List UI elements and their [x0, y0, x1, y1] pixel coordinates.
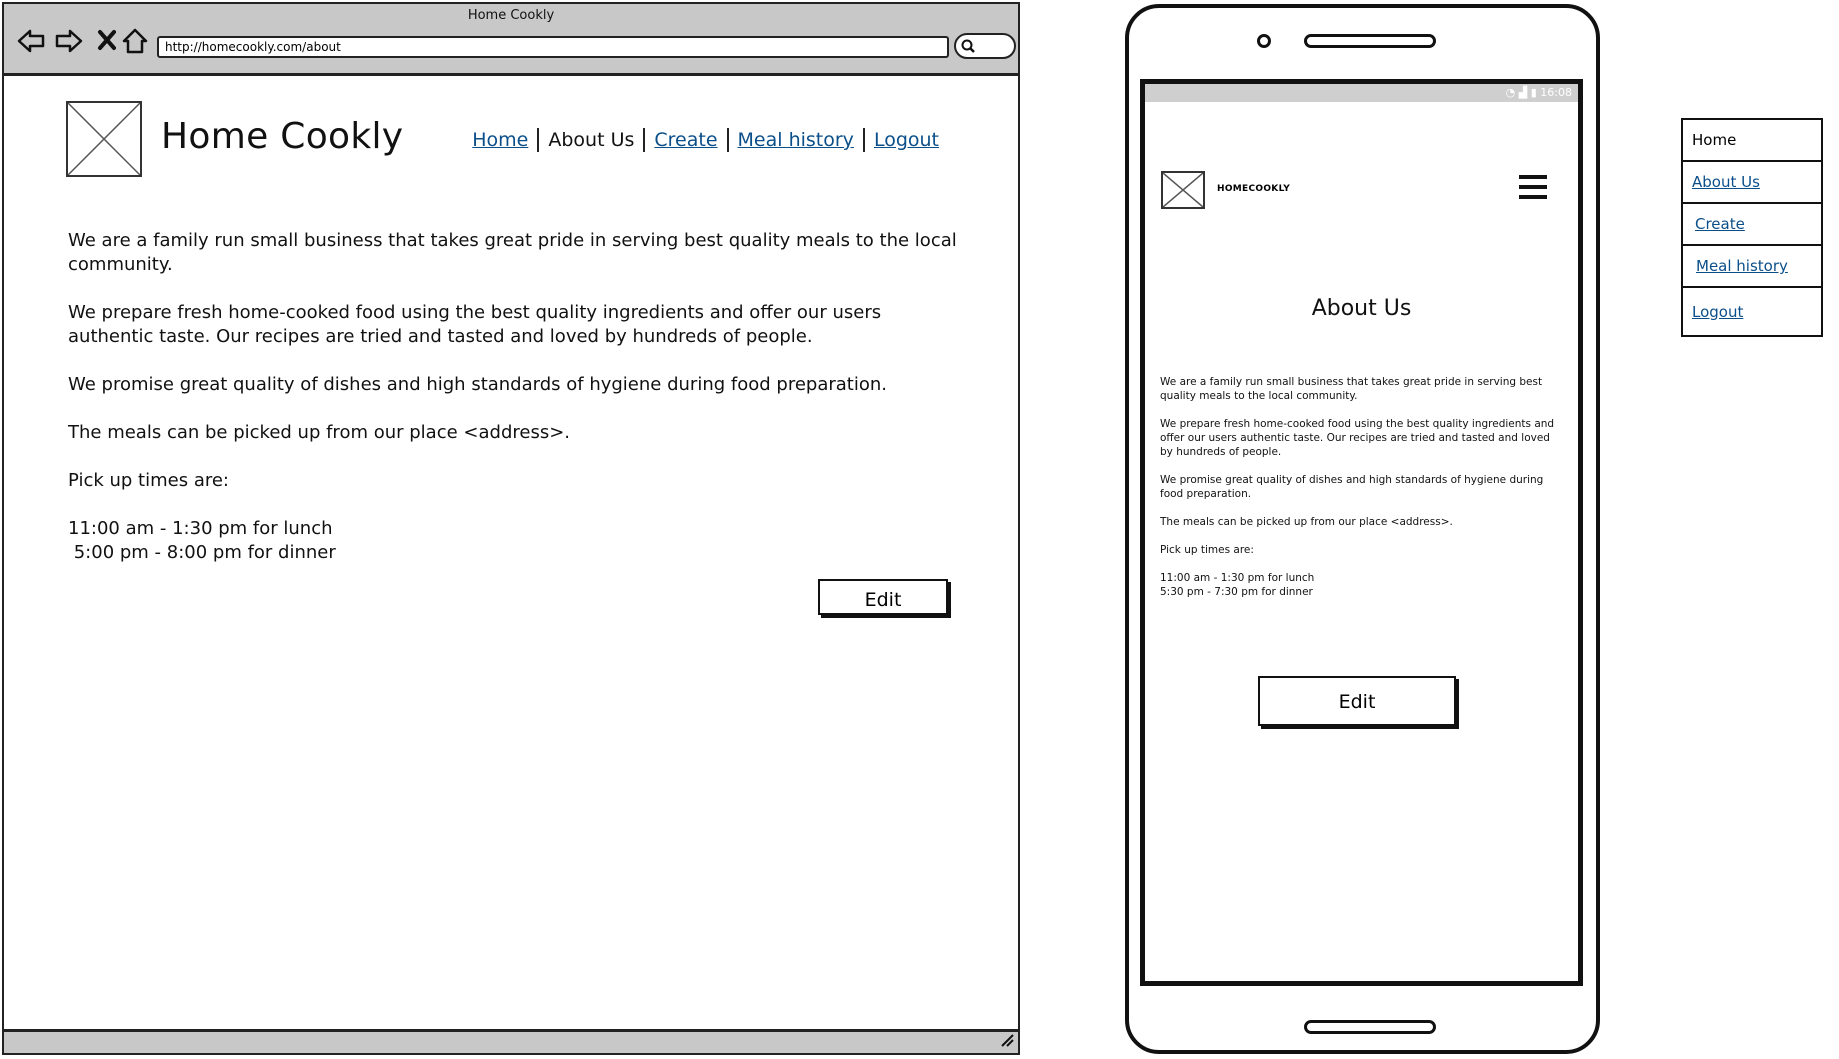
- about-content: We are a family run small business that …: [68, 229, 968, 565]
- search-button[interactable]: [954, 33, 1016, 59]
- menu-item-home[interactable]: Home: [1683, 120, 1821, 162]
- mobile-dropdown-menu: Home About Us Create Meal history Logout: [1681, 118, 1823, 337]
- menu-item-logout[interactable]: Logout: [1683, 288, 1821, 335]
- lunch-times: 11:00 am - 1:30 pm for lunch: [68, 518, 333, 539]
- about-paragraph: The meals can be picked up from our plac…: [68, 422, 571, 443]
- dinner-times: 5:30 pm - 7:30 pm for dinner: [1160, 586, 1313, 598]
- logo-placeholder: [66, 101, 142, 177]
- wifi-icon: ◔: [1505, 86, 1516, 99]
- status-bar: ◔ ▟ ▮ 16:08: [1145, 84, 1578, 102]
- home-icon[interactable]: [120, 26, 150, 56]
- nav-meal-history-link[interactable]: Meal history: [726, 128, 863, 152]
- status-time: 16:08: [1540, 86, 1572, 99]
- nav-about-us-current: About Us: [537, 128, 643, 152]
- window-title: Home Cookly: [467, 8, 555, 23]
- phone-screen: ◔ ▟ ▮ 16:08 HOMECOOKLY About Us We are a…: [1140, 79, 1583, 986]
- nav-logout-link[interactable]: Logout: [862, 128, 948, 152]
- about-paragraph: We promise great quality of dishes and h…: [1160, 474, 1544, 500]
- hamburger-menu-icon[interactable]: [1518, 174, 1548, 204]
- about-paragraph: Pick up times are:: [68, 470, 229, 491]
- speaker-grille: [1304, 34, 1436, 48]
- browser-toolbar: Home Cookly http://homecookly.com/about: [4, 4, 1018, 76]
- about-paragraph: We are a family run small business that …: [1160, 376, 1543, 402]
- mobile-edit-button[interactable]: Edit: [1258, 676, 1456, 726]
- mobile-about-content: We are a family run small business that …: [1160, 375, 1565, 599]
- mobile-brand: HOMECOOKLY: [1217, 184, 1291, 194]
- about-paragraph: We prepare fresh home-cooked food using …: [68, 302, 882, 347]
- home-indicator: [1304, 1020, 1436, 1034]
- mobile-phone-frame: ◔ ▟ ▮ 16:08 HOMECOOKLY About Us We are a…: [1125, 4, 1600, 1054]
- about-paragraph: We prepare fresh home-cooked food using …: [1160, 418, 1555, 458]
- back-arrow-icon[interactable]: [16, 26, 46, 56]
- camera-icon: [1257, 34, 1271, 48]
- menu-item-create[interactable]: Create: [1683, 204, 1821, 246]
- site-title: Home Cookly: [161, 116, 404, 157]
- nav-home-link[interactable]: Home: [463, 128, 537, 152]
- desktop-browser-window: Home Cookly http://homecookly.com/about …: [2, 2, 1020, 1055]
- edit-button[interactable]: Edit: [818, 579, 948, 615]
- top-navigation: Home About Us Create Meal history Logout: [463, 128, 948, 152]
- mobile-logo-placeholder: [1161, 171, 1205, 209]
- forward-arrow-icon[interactable]: [54, 26, 84, 56]
- nav-create-link[interactable]: Create: [643, 128, 726, 152]
- menu-item-about-us[interactable]: About Us: [1683, 162, 1821, 204]
- about-paragraph: We promise great quality of dishes and h…: [68, 374, 887, 395]
- close-icon[interactable]: [92, 26, 122, 56]
- lunch-times: 11:00 am - 1:30 pm for lunch: [1160, 572, 1315, 584]
- battery-icon: ▮: [1530, 86, 1537, 99]
- dinner-times: 5:00 pm - 8:00 pm for dinner: [68, 542, 336, 563]
- about-paragraph: The meals can be picked up from our plac…: [1160, 516, 1453, 528]
- url-input[interactable]: http://homecookly.com/about: [157, 36, 949, 58]
- browser-status-bar: [4, 1029, 1018, 1053]
- about-paragraph: Pick up times are:: [1160, 544, 1254, 556]
- resize-grip-icon[interactable]: [998, 1031, 1014, 1051]
- signal-icon: ▟: [1518, 86, 1528, 99]
- menu-item-meal-history[interactable]: Meal history: [1683, 246, 1821, 288]
- mobile-page-title: About Us: [1311, 296, 1412, 321]
- about-paragraph: We are a family run small business that …: [68, 230, 957, 275]
